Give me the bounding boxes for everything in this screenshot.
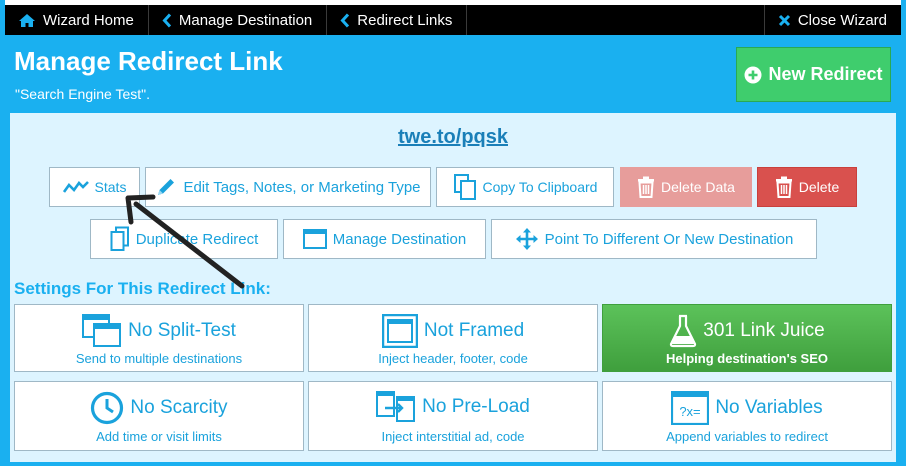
new-redirect-button[interactable]: New Redirect — [736, 47, 891, 102]
delete-label: Delete — [798, 179, 840, 195]
copy-to-clipboard-label: Copy To Clipboard — [482, 179, 598, 195]
top-nav: Wizard Home Manage Destination Redirect … — [5, 5, 901, 35]
nav-close-wizard[interactable]: Close Wizard — [765, 5, 901, 35]
scarcity-subtitle: Add time or visit limits — [96, 429, 222, 444]
nav-redirect-links[interactable]: Redirect Links — [327, 5, 468, 35]
line-chart-icon — [62, 180, 89, 194]
edit-tags-button[interactable]: Edit Tags, Notes, or Marketing Type — [145, 167, 431, 207]
plus-circle-icon — [744, 66, 762, 84]
frame-right-border — [901, 0, 906, 466]
close-icon — [778, 14, 791, 27]
framed-card[interactable]: Not Framed Inject header, footer, code — [308, 304, 598, 372]
flask-icon — [669, 314, 697, 348]
split-test-title: No Split-Test — [128, 320, 236, 341]
nav-wizard-home-label: Wizard Home — [43, 11, 134, 29]
short-link[interactable]: twe.to/pqsk — [0, 126, 906, 149]
settings-heading: Settings For This Redirect Link: — [14, 279, 271, 298]
svg-text:?x=: ?x= — [680, 404, 701, 419]
nav-redirect-links-label: Redirect Links — [357, 11, 453, 29]
point-to-destination-button[interactable]: Point To Different Or New Destination — [491, 219, 817, 259]
edit-tags-label: Edit Tags, Notes, or Marketing Type — [183, 178, 421, 196]
stats-button[interactable]: Stats — [49, 167, 140, 207]
link-juice-title: 301 Link Juice — [703, 320, 825, 341]
framed-window-icon — [381, 314, 418, 348]
nav-wizard-home[interactable]: Wizard Home — [5, 5, 149, 35]
duplicate-icon — [110, 226, 130, 252]
link-juice-card[interactable]: 301 Link Juice Helping destination's SEO — [602, 304, 892, 372]
nav-manage-destination[interactable]: Manage Destination — [149, 5, 328, 35]
scarcity-card[interactable]: No Scarcity Add time or visit limits — [14, 381, 304, 451]
framed-title: Not Framed — [423, 320, 525, 341]
copy-icon — [453, 174, 477, 200]
chevron-left-icon — [340, 12, 350, 28]
link-juice-subtitle: Helping destination's SEO — [666, 351, 828, 366]
preload-windows-icon — [376, 391, 416, 423]
delete-data-label: Delete Data — [661, 179, 735, 195]
duplicate-redirect-button[interactable]: Duplicate Redirect — [90, 219, 278, 259]
variables-icon: ?x= — [671, 391, 710, 425]
manage-destination-label: Manage Destination — [332, 230, 467, 248]
split-test-card[interactable]: No Split-Test Send to multiple destinati… — [14, 304, 304, 372]
page-header: Manage Redirect Link "Search Engine Test… — [5, 35, 901, 113]
clock-icon — [90, 391, 124, 425]
trash-icon — [775, 176, 793, 198]
window-icon — [302, 229, 327, 249]
new-redirect-label: New Redirect — [768, 64, 883, 84]
delete-data-button[interactable]: Delete Data — [620, 167, 752, 207]
preload-title: No Pre-Load — [422, 396, 530, 417]
frame-bottom-border — [0, 462, 906, 466]
nav-manage-destination-label: Manage Destination — [178, 11, 313, 29]
variables-title: No Variables — [715, 397, 823, 418]
variables-card[interactable]: ?x= No Variables Append variables to red… — [602, 381, 892, 451]
nav-close-wizard-label: Close Wizard — [797, 11, 887, 29]
delete-button[interactable]: Delete — [757, 167, 857, 207]
move-arrows-icon — [515, 227, 539, 251]
preload-subtitle: Inject interstitial ad, code — [381, 429, 525, 444]
framed-subtitle: Inject header, footer, code — [378, 351, 528, 366]
duplicate-redirect-label: Duplicate Redirect — [135, 230, 259, 248]
scarcity-title: No Scarcity — [130, 397, 228, 418]
variables-subtitle: Append variables to redirect — [666, 429, 828, 444]
split-windows-icon — [82, 314, 122, 348]
chevron-left-icon — [162, 12, 172, 28]
page-title: Manage Redirect Link — [14, 46, 283, 76]
manage-destination-button[interactable]: Manage Destination — [283, 219, 486, 259]
home-icon — [18, 13, 36, 28]
copy-to-clipboard-button[interactable]: Copy To Clipboard — [436, 167, 614, 207]
nav-spacer — [467, 5, 765, 35]
pencil-icon — [155, 176, 177, 198]
trash-icon — [637, 176, 655, 198]
stats-label: Stats — [94, 179, 127, 195]
split-test-subtitle: Send to multiple destinations — [75, 351, 243, 366]
preload-card[interactable]: No Pre-Load Inject interstitial ad, code — [308, 381, 598, 451]
point-to-destination-label: Point To Different Or New Destination — [544, 230, 794, 248]
page-subtitle: "Search Engine Test". — [15, 86, 150, 102]
